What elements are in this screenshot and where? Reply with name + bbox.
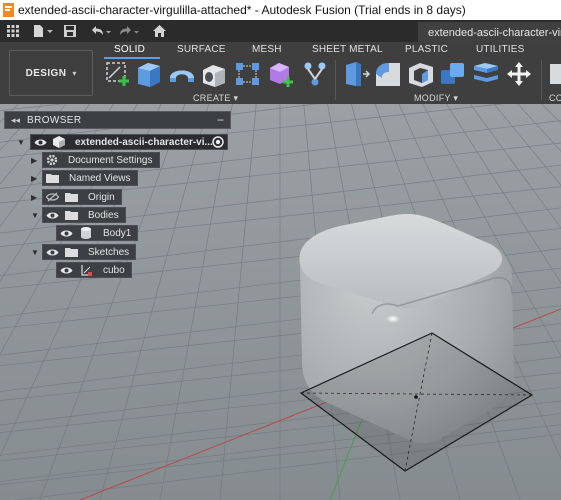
folder-icon (65, 210, 78, 220)
tree-item-label: Named Views (69, 172, 131, 184)
tree-item-label: cubo (103, 264, 125, 276)
home-icon[interactable] (148, 20, 170, 42)
tree-item-sketches[interactable]: Sketches (42, 244, 137, 260)
workspace-label: DESIGN (25, 67, 67, 79)
save-icon[interactable] (60, 20, 80, 42)
create-group-label[interactable]: CREATE ▾ (193, 93, 238, 104)
derive-icon[interactable] (300, 60, 330, 88)
extrude-icon[interactable] (134, 60, 164, 88)
eye-icon[interactable] (46, 211, 59, 220)
tree-item-named-views[interactable]: Named Views (42, 170, 138, 186)
browser-title: BROWSER (27, 114, 82, 126)
tab-plastic[interactable]: PLASTIC (405, 44, 448, 55)
revolve-icon[interactable] (167, 60, 197, 88)
combine-icon[interactable] (438, 60, 468, 88)
tree-item-bodies[interactable]: Bodies (42, 207, 126, 223)
active-tab-indicator (104, 57, 160, 59)
tab-utilities[interactable]: UTILITIES (476, 44, 524, 55)
eye-hidden-icon[interactable] (46, 192, 59, 202)
eye-icon[interactable] (60, 266, 73, 275)
tab-surface[interactable]: SURFACE (177, 44, 226, 55)
undo-icon[interactable] (88, 20, 114, 42)
tree-item-origin[interactable]: Origin (42, 189, 122, 205)
create-sketch-icon[interactable] (104, 60, 134, 88)
tab-sheet-metal[interactable]: SHEET METAL (312, 44, 383, 55)
tab-solid[interactable]: SOLID (114, 44, 145, 55)
tab-mesh[interactable]: MESH (252, 44, 282, 55)
split-body-icon[interactable] (471, 60, 501, 88)
press-pull-icon[interactable] (341, 60, 371, 88)
expand-arrow-icon[interactable]: ▶ (31, 156, 37, 165)
document-tab[interactable]: extended-ascii-character-virguli (418, 22, 561, 43)
redo-icon[interactable] (116, 20, 142, 42)
expand-arrow-icon[interactable]: ▶ (31, 193, 37, 202)
workspace-switcher-button[interactable]: DESIGN ▾ (9, 50, 93, 96)
tree-item-label: Bodies (88, 209, 119, 221)
tree-item-label: Body1 (103, 227, 132, 239)
pattern-icon[interactable] (233, 60, 263, 88)
body-cylinder-icon (81, 227, 91, 239)
construct-group-label[interactable]: CO (549, 93, 561, 103)
chevron-down-icon: ▾ (72, 68, 77, 78)
activate-radio-icon[interactable] (212, 136, 224, 148)
ribbon-group-separator (541, 60, 542, 100)
browser-panel-header[interactable]: ◂◂ BROWSER − (4, 111, 231, 129)
gear-icon (46, 154, 58, 166)
tree-item-document-settings[interactable]: Document Settings (42, 152, 160, 168)
folder-icon (65, 247, 78, 257)
root-component-label: extended-ascii-character-vi... (75, 136, 213, 148)
folder-icon (65, 192, 78, 202)
fillet-icon[interactable] (373, 60, 403, 88)
create-form-icon[interactable] (266, 60, 296, 88)
modify-group-label[interactable]: MODIFY ▾ (414, 93, 458, 104)
eye-icon[interactable] (34, 138, 47, 147)
tree-item-label: Origin (88, 191, 115, 203)
construct-plane-icon[interactable] (548, 60, 561, 88)
fusion-app-icon (3, 3, 14, 17)
hole-icon[interactable] (199, 60, 229, 88)
folder-icon (46, 173, 59, 183)
expand-arrow-icon[interactable]: ▼ (17, 138, 25, 147)
sketch-icon (81, 264, 93, 276)
eye-icon[interactable] (60, 229, 73, 238)
component-icon (53, 136, 65, 148)
tree-item-label: Sketches (88, 246, 130, 258)
window-title: extended-ascii-character-virgulilla-atta… (18, 3, 466, 17)
tree-item-label: Document Settings (68, 154, 153, 166)
collapse-arrow-icon[interactable]: ▼ (31, 211, 39, 220)
shell-icon[interactable] (406, 60, 436, 88)
expand-arrow-icon[interactable]: ▶ (31, 174, 37, 183)
collapse-panel-icon[interactable]: ◂◂ (11, 115, 23, 126)
minimize-panel-icon[interactable]: − (217, 113, 224, 127)
window-title-bar: extended-ascii-character-virgulilla-atta… (0, 0, 561, 20)
tree-item-body1[interactable]: Body1 (56, 225, 139, 241)
tree-root-node[interactable]: extended-ascii-character-vi... (30, 134, 228, 150)
document-tab-label: extended-ascii-character-virguli (428, 26, 561, 39)
move-copy-icon[interactable] (504, 60, 534, 88)
file-menu-icon[interactable] (30, 20, 56, 42)
eye-icon[interactable] (46, 248, 59, 257)
tree-item-cubo-sketch[interactable]: cubo (56, 262, 132, 278)
ribbon-group-separator (335, 60, 336, 100)
collapse-arrow-icon[interactable]: ▼ (31, 248, 39, 257)
app-grid-icon[interactable] (2, 20, 24, 42)
